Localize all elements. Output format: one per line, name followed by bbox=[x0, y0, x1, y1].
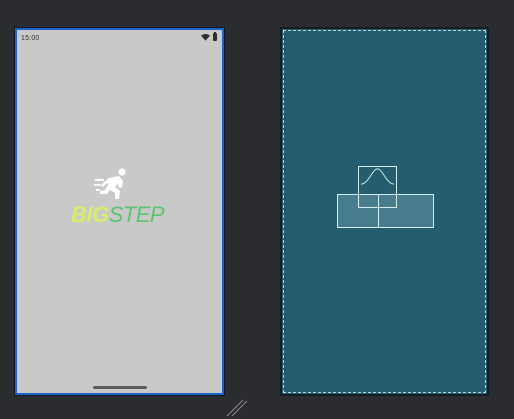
runner-icon bbox=[94, 168, 126, 199]
navigation-gesture-bar bbox=[93, 386, 147, 389]
resize-handle-icon[interactable] bbox=[226, 399, 248, 417]
logo-text-step: STEP bbox=[108, 202, 165, 227]
status-time: 15:00 bbox=[21, 35, 40, 42]
image-placeholder-icon bbox=[360, 168, 395, 185]
layout-editor-canvas: 15:00 BIGSTEP bbox=[0, 0, 514, 419]
battery-icon bbox=[213, 32, 217, 41]
design-view[interactable]: 15:00 BIGSTEP bbox=[15, 28, 224, 395]
logo-text-big: BIG bbox=[71, 202, 109, 227]
image-view-outline[interactable] bbox=[358, 166, 397, 208]
logo-text: BIGSTEP bbox=[71, 202, 165, 228]
status-icons bbox=[201, 32, 217, 41]
app-logo[interactable]: BIGSTEP bbox=[69, 166, 179, 228]
status-bar: 15:00 bbox=[17, 30, 222, 46]
blueprint-view[interactable] bbox=[280, 27, 489, 396]
wifi-icon bbox=[201, 33, 210, 41]
